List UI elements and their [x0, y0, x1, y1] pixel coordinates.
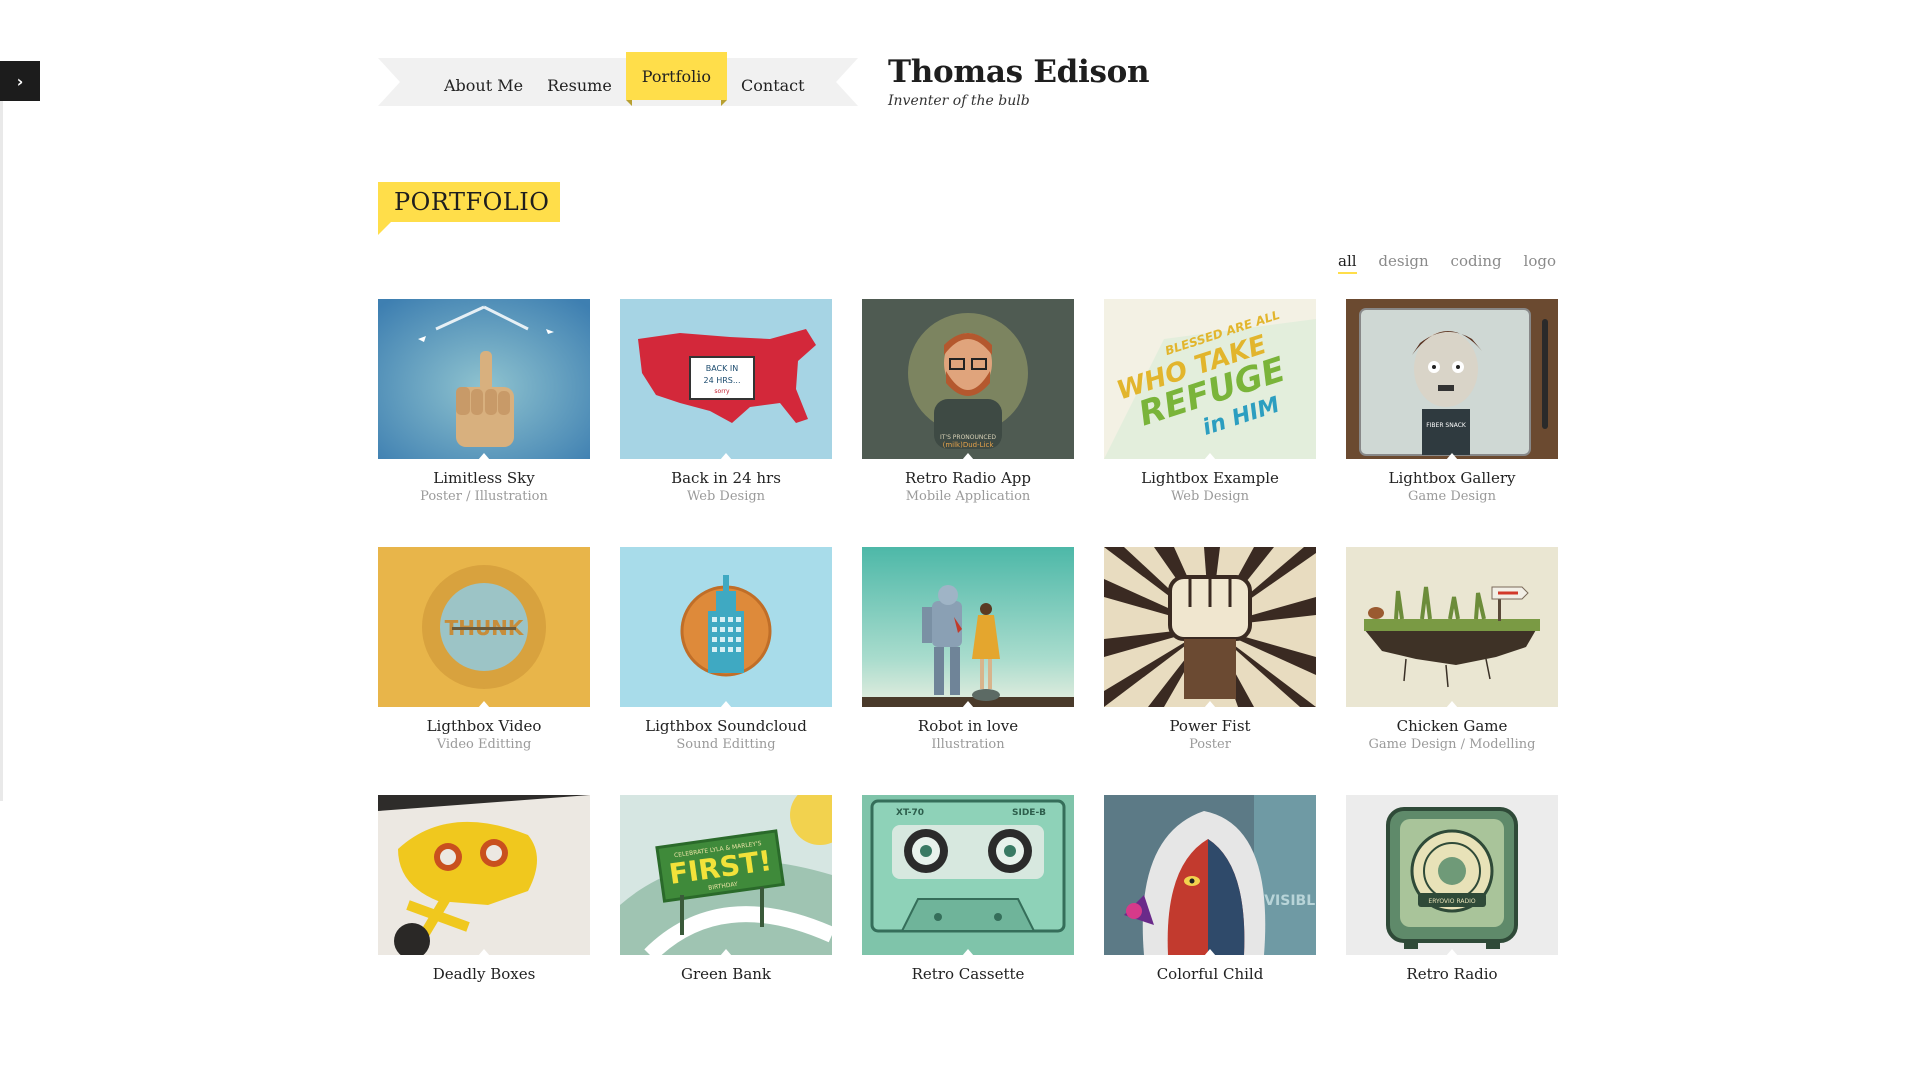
thunk-circle-image: THUNK	[378, 547, 590, 707]
portfolio-item-category: Sound Editting	[676, 737, 776, 752]
nav-item-resume[interactable]: Resume	[535, 52, 624, 106]
portfolio-thumbnail[interactable]: XT-70 SIDE-B	[862, 795, 1074, 955]
portfolio-item-category: Game Design	[1408, 489, 1496, 504]
portfolio-item[interactable]: ERYOVIO RADIO Retro Radio	[1346, 795, 1558, 1033]
portfolio-thumbnail[interactable]: BLESSED ARE ALL WHO TAKE REFUGE in HIM	[1104, 299, 1316, 459]
filter-logo[interactable]: logo	[1524, 252, 1556, 270]
ribbon-left-tail	[378, 58, 400, 106]
main-nav: About Me Resume Portfolio Contact	[378, 52, 858, 106]
portfolio-thumbnail[interactable]: INVISIBLE	[1104, 795, 1316, 955]
portfolio-thumbnail[interactable]	[620, 547, 832, 707]
portfolio-item-title[interactable]: Retro Radio App	[862, 469, 1074, 487]
portfolio-item[interactable]: XT-70 SIDE-B Retro Cassette	[862, 795, 1074, 1033]
portfolio-item[interactable]: THUNK Ligthbox Video Video Editting	[378, 547, 590, 785]
svg-text:FIBER SNACK: FIBER SNACK	[1426, 422, 1467, 429]
portfolio-item-title[interactable]: Ligthbox Soundcloud	[620, 717, 832, 735]
portfolio-item[interactable]: CELEBRATE LYLA & MARLEY'S FIRST! BIRTHDA…	[620, 795, 832, 1033]
portfolio-item-category: Video Editting	[436, 737, 532, 752]
portfolio-item[interactable]: Ligthbox Soundcloud Sound Editting	[620, 547, 832, 785]
hooded-child-image: INVISIBLE	[1104, 795, 1316, 955]
portfolio-item-category: Mobile Application	[905, 489, 1031, 504]
portfolio-item-title[interactable]: Colorful Child	[1104, 965, 1316, 983]
svg-text:(milk)Dud-Lick: (milk)Dud-Lick	[943, 441, 995, 449]
page-title: PORTFOLIO	[378, 182, 561, 235]
portfolio-item[interactable]: Robot in love Illustration	[862, 547, 1074, 785]
chevron-right-icon: ›	[16, 71, 24, 91]
filter-coding[interactable]: coding	[1451, 252, 1502, 270]
nav-item-portfolio[interactable]: Portfolio	[625, 52, 728, 106]
skull-box-image	[378, 795, 590, 955]
portfolio-item[interactable]: IT'S PRONOUNCED (milk)Dud-Lick Retro Rad…	[862, 299, 1074, 537]
cassette-tape-image: XT-70 SIDE-B	[862, 795, 1074, 955]
portfolio-item[interactable]: BACK IN 24 HRS... sorry Back in 24 hrs W…	[620, 299, 832, 537]
portfolio-item-category: Web Design	[686, 489, 766, 504]
filter-all[interactable]: all	[1338, 252, 1357, 274]
ribbon-right-tail	[836, 58, 858, 106]
portfolio-thumbnail[interactable]: BACK IN 24 HRS... sorry	[620, 299, 832, 459]
site-brand: Thomas Edison Inventer of the bulb	[888, 52, 1150, 109]
portfolio-thumbnail[interactable]: CELEBRATE LYLA & MARLEY'S FIRST! BIRTHDA…	[620, 795, 832, 955]
floating-island-image	[1346, 547, 1558, 707]
portfolio-item-title[interactable]: Lightbox Example	[1104, 469, 1316, 487]
portfolio-grid: Limitless Sky Poster / Illustration BACK…	[378, 299, 1558, 1033]
nav-item-about-me[interactable]: About Me	[432, 52, 535, 106]
portfolio-item-title[interactable]: Limitless Sky	[378, 469, 590, 487]
svg-text:BACK IN: BACK IN	[706, 364, 739, 373]
svg-text:IT'S PRONOUNCED: IT'S PRONOUNCED	[940, 434, 996, 441]
raised-finger-poster-image	[378, 299, 590, 459]
portfolio-item-category: Poster / Illustration	[420, 489, 548, 504]
portfolio-item[interactable]: Deadly Boxes	[378, 795, 590, 1033]
portfolio-thumbnail[interactable]: IT'S PRONOUNCED (milk)Dud-Lick	[862, 299, 1074, 459]
portfolio-item-title[interactable]: Lightbox Gallery	[1346, 469, 1558, 487]
portfolio-item[interactable]: Chicken Game Game Design / Modelling	[1346, 547, 1558, 785]
portfolio-item-category: Game Design / Modelling	[1368, 737, 1536, 752]
robot-and-girl-image	[862, 547, 1074, 707]
svg-text:ERYOVIO RADIO: ERYOVIO RADIO	[1428, 898, 1475, 905]
portfolio-item-title[interactable]: Retro Radio	[1346, 965, 1558, 983]
portfolio-filters: all design coding logo	[1338, 252, 1556, 274]
portfolio-item-title[interactable]: Deadly Boxes	[378, 965, 590, 983]
site-tagline: Inventer of the bulb	[888, 93, 1030, 109]
portfolio-item[interactable]: FIBER SNACK Lightbox Gallery Game Design	[1346, 299, 1558, 537]
portfolio-thumbnail[interactable]	[862, 547, 1074, 707]
portfolio-item-title[interactable]: Green Bank	[620, 965, 832, 983]
portfolio-item-title[interactable]: Power Fist	[1104, 717, 1316, 735]
filter-design[interactable]: design	[1378, 252, 1428, 270]
portfolio-thumbnail[interactable]: THUNK	[378, 547, 590, 707]
portfolio-thumbnail[interactable]	[378, 795, 590, 955]
typography-poster-image: BLESSED ARE ALL WHO TAKE REFUGE in HIM	[1104, 299, 1316, 459]
portfolio-thumbnail[interactable]	[378, 299, 590, 459]
svg-text:XT-70: XT-70	[896, 808, 924, 818]
vintage-radio-image: ERYOVIO RADIO	[1346, 795, 1558, 955]
portfolio-thumbnail[interactable]: FIBER SNACK	[1346, 299, 1558, 459]
sidebar-edge	[0, 101, 3, 801]
portfolio-item-title[interactable]: Back in 24 hrs	[620, 469, 832, 487]
portfolio-thumbnail[interactable]	[1104, 547, 1316, 707]
bearded-man-portrait-image: IT'S PRONOUNCED (milk)Dud-Lick	[862, 299, 1074, 459]
portfolio-item-title[interactable]: Ligthbox Video	[378, 717, 590, 735]
portfolio-item-category: Poster	[1189, 737, 1231, 752]
raised-fist-poster-image	[1104, 547, 1316, 707]
portfolio-thumbnail[interactable]: ERYOVIO RADIO	[1346, 795, 1558, 955]
portfolio-item[interactable]: Power Fist Poster	[1104, 547, 1316, 785]
usa-map-image: BACK IN 24 HRS... sorry	[620, 299, 832, 459]
portfolio-item-title[interactable]: Chicken Game	[1346, 717, 1558, 735]
svg-text:SIDE-B: SIDE-B	[1012, 808, 1046, 818]
portfolio-item-category: Web Design	[1170, 489, 1250, 504]
first-birthday-sign-image: CELEBRATE LYLA & MARLEY'S FIRST! BIRTHDA…	[620, 795, 832, 955]
sidebar-toggle-button[interactable]: ›	[0, 61, 40, 101]
portfolio-item-title[interactable]: Retro Cassette	[862, 965, 1074, 983]
portfolio-item[interactable]: BLESSED ARE ALL WHO TAKE REFUGE in HIM L…	[1104, 299, 1316, 537]
building-badge-image	[620, 547, 832, 707]
portfolio-item[interactable]: INVISIBLE Colorful Child	[1104, 795, 1316, 1033]
portfolio-item[interactable]: Limitless Sky Poster / Illustration	[378, 299, 590, 537]
svg-text:24 HRS...: 24 HRS...	[703, 376, 740, 385]
site-name[interactable]: Thomas Edison	[888, 52, 1150, 92]
nav-item-contact[interactable]: Contact	[729, 52, 817, 106]
portfolio-thumbnail[interactable]	[1346, 547, 1558, 707]
portfolio-item-title[interactable]: Robot in love	[862, 717, 1074, 735]
svg-text:sorry: sorry	[714, 388, 730, 395]
portfolio-item-category: Illustration	[931, 737, 1005, 752]
character-on-tablet-image: FIBER SNACK	[1346, 299, 1558, 459]
